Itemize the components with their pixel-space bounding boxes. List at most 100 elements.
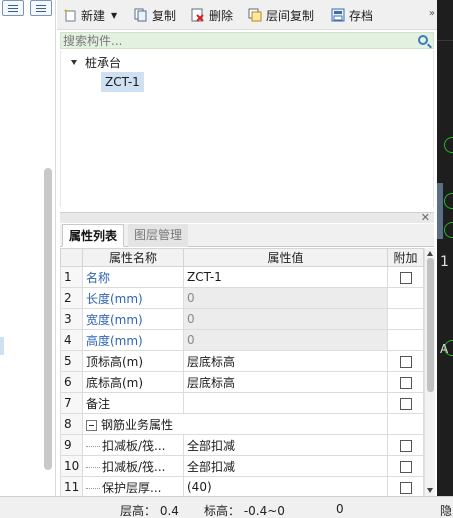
additional-checkbox[interactable] (399, 355, 412, 368)
table-row[interactable]: 1 名称 ZCT-1 (60, 266, 424, 288)
additional-cell (387, 392, 424, 414)
tab-bar: 属性列表 图层管理 (60, 224, 434, 247)
property-value[interactable]: 层底标高 (183, 371, 388, 393)
search-input[interactable] (63, 33, 403, 48)
axis-marker-circle (444, 193, 453, 209)
floor-copy-icon (248, 8, 262, 22)
archive-label: 存档 (349, 8, 374, 23)
left-panel-strip (0, 0, 56, 496)
list-view-icon[interactable] (2, 0, 24, 16)
row-index: 2 (60, 287, 83, 309)
row-index: 9 (60, 434, 83, 456)
additional-checkbox[interactable] (399, 439, 412, 452)
table-row[interactable]: 9 扣减板/筏... 全部扣减 (60, 434, 424, 456)
floor-copy-label: 层间复制 (266, 8, 315, 23)
property-name: 顶标高(m) (82, 350, 184, 372)
toolbar-overflow-button[interactable]: » (429, 8, 435, 19)
axis-marker-circle (444, 137, 453, 153)
status-floor-height: 层高： 0.4 (120, 504, 179, 518)
property-table-scrollbar[interactable] (424, 248, 435, 496)
row-index: 6 (60, 371, 83, 393)
delete-icon (191, 8, 205, 22)
axis-marker-circle (444, 222, 453, 238)
tree-connector (86, 466, 100, 468)
row-index: 10 (60, 455, 83, 477)
new-sparkle-icon (63, 8, 77, 22)
copy-button[interactable]: 复制 (134, 7, 176, 23)
property-name: 名称 (82, 266, 184, 288)
drawing-canvas-edge[interactable]: 1 A (437, 0, 453, 496)
property-value[interactable] (183, 392, 388, 414)
table-row[interactable]: 2 长度(mm) 0 (60, 287, 424, 309)
table-row[interactable]: 8 钢筋业务属性 (60, 413, 424, 435)
row-index: 3 (60, 308, 83, 330)
left-scrollbar[interactable] (44, 168, 52, 470)
additional-checkbox[interactable] (399, 271, 412, 284)
tree-node-root[interactable]: 桩承台 (71, 54, 121, 71)
additional-cell (387, 350, 424, 372)
scroll-up-arrow-icon[interactable] (427, 251, 433, 256)
scroll-thumb[interactable] (427, 258, 434, 392)
tree-node-selected[interactable]: ZCT-1 (101, 72, 144, 92)
header-index (60, 248, 83, 267)
status-bar: 层高： 0.4 标高： -0.4~0 0 隐 (0, 496, 453, 518)
property-value[interactable]: ZCT-1 (183, 266, 388, 288)
status-hide-toggle[interactable]: 隐 (440, 502, 452, 518)
additional-checkbox[interactable] (399, 460, 412, 473)
archive-button[interactable]: 存档 (331, 7, 373, 23)
property-value[interactable]: 层底标高 (183, 350, 388, 372)
property-group-label: 钢筋业务属性 (101, 417, 174, 432)
axis-label-letter: A (440, 342, 449, 356)
archive-icon (331, 8, 345, 22)
new-button[interactable]: 新建 ▼ (63, 7, 117, 23)
table-row[interactable]: 7 备注 (60, 392, 424, 414)
property-name: 保护层厚... (102, 480, 162, 495)
additional-cell (387, 455, 424, 477)
property-value[interactable]: 全部扣减 (183, 455, 388, 477)
table-row[interactable]: 11 保护层厚... (40) (60, 476, 424, 498)
collapse-minus-icon[interactable] (86, 419, 97, 431)
property-name-cell: 扣减板/筏... (82, 434, 184, 456)
additional-checkbox[interactable] (399, 376, 412, 389)
collapse-triangle-icon[interactable] (71, 60, 77, 65)
row-index: 5 (60, 350, 83, 372)
property-name: 扣减板/筏... (102, 459, 166, 474)
property-name: 底标高(m) (82, 371, 184, 393)
tab-layer-management[interactable]: 图层管理 (128, 224, 189, 247)
property-group-header[interactable]: 钢筋业务属性 (82, 413, 388, 435)
close-icon[interactable]: ✕ (421, 211, 430, 224)
additional-checkbox[interactable] (399, 397, 412, 410)
tree-connector (86, 445, 100, 447)
tab-property-list[interactable]: 属性列表 (62, 224, 125, 247)
property-value[interactable]: (40) (183, 476, 388, 498)
scroll-down-arrow-icon[interactable] (427, 488, 433, 493)
table-row[interactable]: 10 扣减板/筏... 全部扣减 (60, 455, 424, 477)
property-name: 长度(mm) (82, 287, 184, 309)
panel-splitter[interactable]: ✕ (60, 211, 434, 224)
search-icon[interactable] (418, 35, 428, 45)
additional-cell (387, 434, 424, 456)
additional-checkbox[interactable] (399, 481, 412, 494)
header-property-name: 属性名称 (82, 248, 184, 267)
dropdown-arrow-icon: ▼ (111, 10, 118, 20)
property-name: 高度(mm) (82, 329, 184, 351)
detail-view-icon[interactable] (30, 0, 52, 16)
table-row[interactable]: 5 顶标高(m) 层底标高 (60, 350, 424, 372)
row-index: 7 (60, 392, 83, 414)
tree-root-label: 桩承台 (85, 56, 122, 70)
table-row[interactable]: 4 高度(mm) 0 (60, 329, 424, 351)
copy-icon (134, 8, 148, 22)
table-header-row: 属性名称 属性值 附加 (60, 248, 424, 267)
property-name-cell: 保护层厚... (82, 476, 184, 498)
table-row[interactable]: 6 底标高(m) 层底标高 (60, 371, 424, 393)
additional-cell (387, 476, 424, 498)
additional-cell (387, 308, 424, 330)
property-value: 0 (183, 287, 388, 309)
property-value[interactable]: 全部扣减 (183, 434, 388, 456)
table-row[interactable]: 3 宽度(mm) 0 (60, 308, 424, 330)
additional-cell (387, 371, 424, 393)
floor-copy-button[interactable]: 层间复制 (248, 7, 314, 23)
delete-button[interactable]: 删除 (191, 7, 233, 23)
row-index: 4 (60, 329, 83, 351)
additional-cell (387, 287, 424, 309)
